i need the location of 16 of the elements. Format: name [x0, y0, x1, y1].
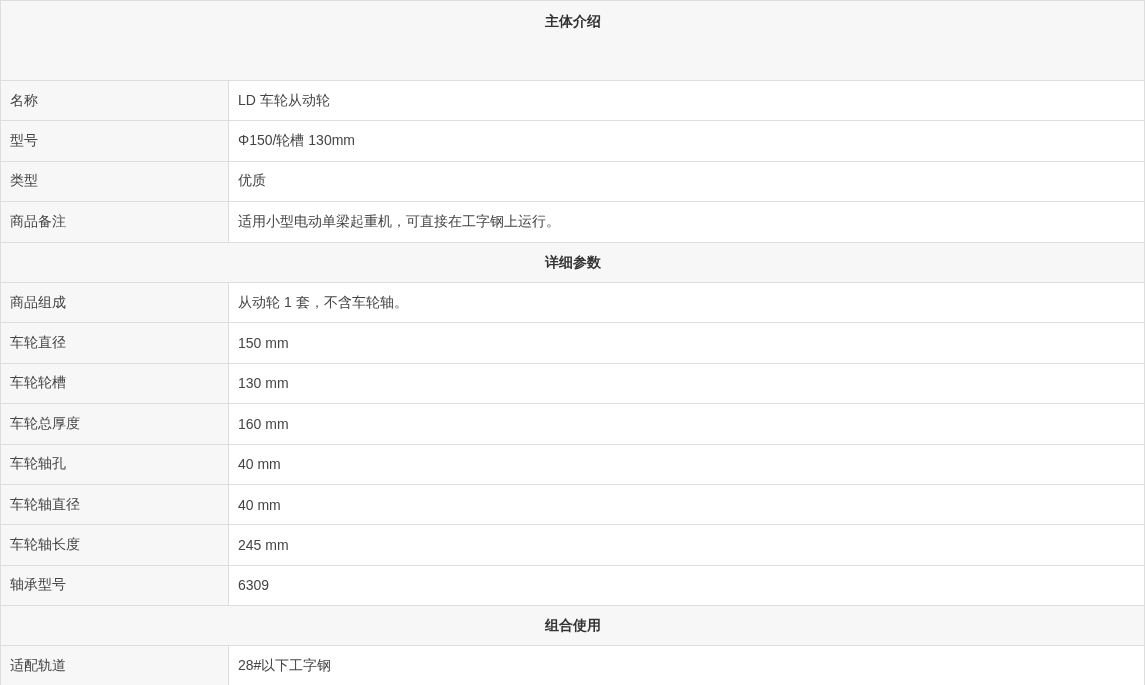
- table-cell: 车轮轴长度: [0, 525, 229, 565]
- table-cell: 商品组成: [0, 282, 229, 323]
- table-cell: 车轮轮槽: [0, 363, 229, 404]
- section-header: 详细参数: [0, 242, 1145, 283]
- table-cell: 型号: [0, 121, 229, 161]
- table-cell: 名称: [0, 81, 229, 121]
- table-cell: 车轮轴直径: [0, 484, 229, 525]
- section-header: 组合使用: [0, 606, 1145, 647]
- table-cell: 轴承型号: [0, 565, 229, 606]
- table-cell: 适配轨道: [0, 646, 229, 685]
- table-cell: 车轮直径: [0, 323, 229, 363]
- table-cell: 类型: [0, 161, 229, 202]
- section-header: 主体介绍: [0, 1, 1145, 81]
- table-cell: 车轮总厚度: [0, 404, 229, 444]
- table-cell: 商品备注: [0, 202, 229, 242]
- table-cell: 车轮轴孔: [0, 444, 229, 484]
